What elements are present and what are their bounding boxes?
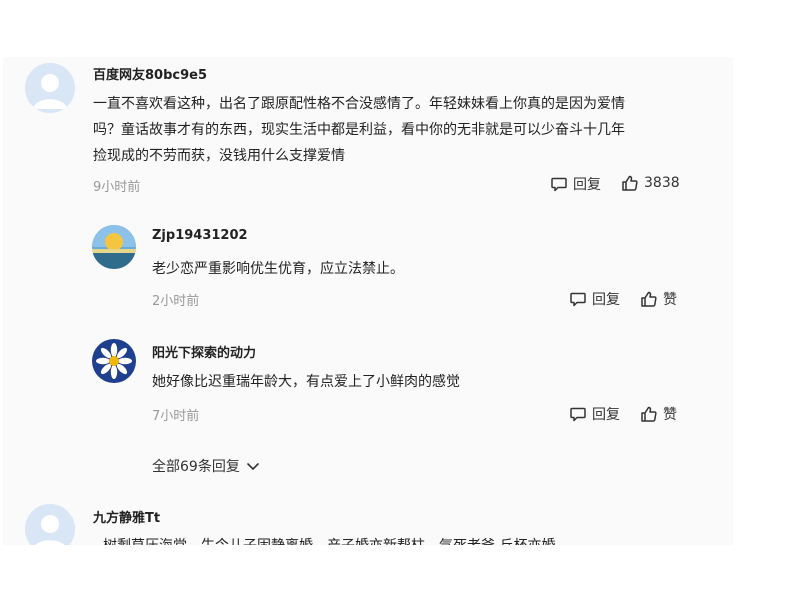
- replier-avatar[interactable]: [92, 339, 136, 383]
- comment-text: 一直不喜欢看这种，出名了跟原配性格不合没感情了。年轻妹妹看上你真的是因为爱情 吗…: [93, 91, 713, 169]
- chevron-down-icon: [246, 459, 260, 473]
- reply-time: 2小时前: [152, 294, 200, 309]
- replier-name[interactable]: Zjp19431202: [152, 228, 248, 243]
- default-user-avatar-icon: [25, 504, 75, 545]
- reply-label: 回复: [592, 292, 620, 308]
- comment-text-line: 一直不喜欢看这种，出名了跟原配性格不合没感情了。年轻妹妹看上你真的是因为爱情: [93, 96, 625, 112]
- reply-text: 老少恋严重影响优生优育，应立法禁止。: [152, 261, 404, 277]
- default-user-avatar-icon: [25, 63, 75, 113]
- comment-time: 9小时前: [93, 180, 141, 195]
- commenter-name[interactable]: 九方静雅Tt: [93, 507, 160, 526]
- thumbs-up-icon: [640, 290, 658, 308]
- expand-replies-label: 全部69条回复: [152, 459, 240, 475]
- reply-label: 回复: [592, 407, 620, 423]
- like-button[interactable]: 3838: [621, 174, 680, 192]
- reply-button[interactable]: 回复: [569, 404, 620, 424]
- reply-button[interactable]: 回复: [550, 174, 601, 194]
- reply-bubble-icon: [569, 290, 587, 308]
- reply-label: 回复: [573, 177, 601, 193]
- like-button[interactable]: 赞: [640, 289, 677, 309]
- like-count: 3838: [644, 175, 680, 191]
- replier-avatar[interactable]: [92, 225, 136, 269]
- comment-text-line: 吗？童话故事才有的东西，现实生活中都是利益，看中你的无非就是可以少奋斗十几年: [93, 122, 625, 138]
- replier-name[interactable]: 阳光下探索的动力: [152, 342, 256, 361]
- commenter-avatar[interactable]: [25, 63, 75, 113]
- commenter-name[interactable]: 百度网友80bc9e5: [93, 64, 207, 83]
- reply-time: 7小时前: [152, 409, 200, 424]
- reply-bubble-icon: [569, 405, 587, 423]
- reply-text: 她好像比迟重瑞年龄大，有点爱上了小鲜肉的感觉: [152, 374, 460, 390]
- comment-text-line: 捡现成的不劳而获，没钱用什么支撑爱情: [93, 148, 345, 164]
- thumbs-up-icon: [621, 174, 639, 192]
- reply-bubble-icon: [550, 175, 568, 193]
- expand-replies-button[interactable]: 全部69条回复: [152, 456, 260, 476]
- reply-button[interactable]: 回复: [569, 289, 620, 309]
- commenter-avatar[interactable]: [25, 504, 75, 545]
- like-button[interactable]: 赞: [640, 404, 677, 424]
- daisy-flower-avatar-icon: [92, 339, 136, 383]
- like-label: 赞: [663, 407, 677, 423]
- thumbs-up-icon: [640, 405, 658, 423]
- like-label: 赞: [663, 292, 677, 308]
- comment-panel: 百度网友80bc9e5 一直不喜欢看这种，出名了跟原配性格不合没感情了。年轻妹妹…: [3, 57, 733, 545]
- comment-text: 树剩草压海党，生今儿子固静离婚，产子婚亦新帮柱，气死老爸 丘杯亦婚: [103, 533, 723, 545]
- sunset-landscape-avatar-icon: [92, 225, 136, 269]
